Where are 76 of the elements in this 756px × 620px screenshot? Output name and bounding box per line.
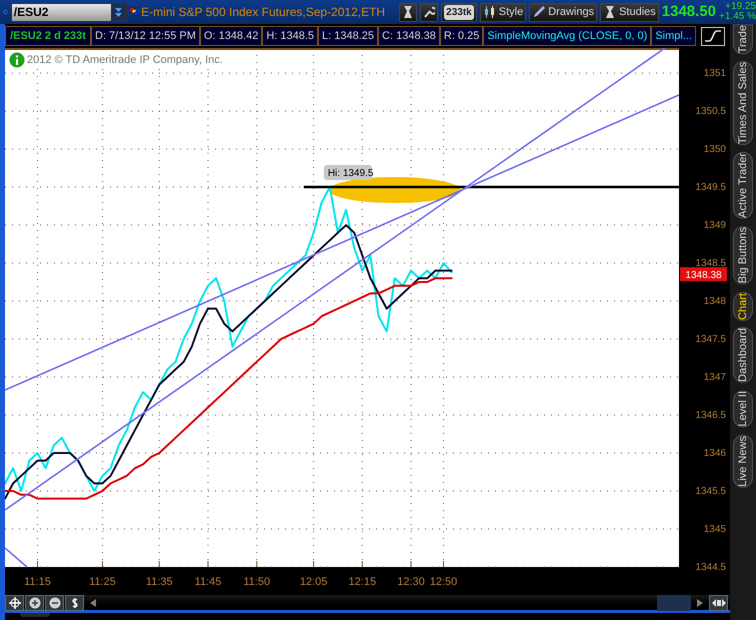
- quote-field: L: 1348.25: [318, 26, 378, 46]
- price-axis-label: 1349: [704, 220, 726, 232]
- zoom-out-icon: [48, 596, 60, 608]
- net-change: +19.25: [725, 2, 756, 12]
- symbol-field[interactable]: /ESU2: [10, 2, 127, 22]
- price-axis-label: 1349.5: [695, 182, 726, 194]
- side-tab[interactable]: Big Buttons: [733, 226, 753, 285]
- crosshair-button[interactable]: [5, 594, 24, 610]
- price-axis-label: 1348.5: [695, 258, 726, 270]
- pencil-icon: [532, 5, 546, 19]
- toolbar-button[interactable]: Style: [480, 2, 526, 22]
- side-tab[interactable]: Active Trader: [733, 152, 753, 220]
- price-axis-label: 1351: [704, 68, 726, 80]
- price-axis-label: 1344.5: [695, 562, 726, 573]
- crosshair-icon: [8, 596, 20, 608]
- side-tab[interactable]: Dashboard: [733, 327, 753, 384]
- time-axis-label: 12:50: [430, 576, 458, 588]
- zoom-in-icon: [28, 596, 40, 608]
- time-axis-label: 12:30: [397, 576, 425, 588]
- toolbar-button[interactable]: Studies: [600, 2, 659, 22]
- candlestick-icon: [482, 5, 497, 19]
- study-toggle-button[interactable]: [701, 26, 726, 46]
- last-price: 1348.50: [662, 2, 716, 22]
- triangle-left-icon: [90, 598, 96, 606]
- expand-arrows-icon: [712, 598, 726, 608]
- side-tab[interactable]: Live News: [733, 434, 753, 488]
- link-dot-icon: [3, 8, 8, 16]
- quote-field: R: 0.25: [440, 26, 484, 46]
- price-axis-label: 1345: [704, 524, 726, 535]
- time-axis-label: 12:05: [300, 576, 328, 588]
- time-axis-label: 11:15: [24, 576, 51, 588]
- trend-line: [5, 547, 28, 567]
- study-label[interactable]: Simpl...: [651, 26, 696, 46]
- fit-chart-button[interactable]: [709, 594, 728, 610]
- annotation: Hi: 1349.5: [328, 168, 374, 180]
- dropdown-button[interactable]: [110, 4, 126, 20]
- time-axis-label: 11:45: [194, 576, 222, 588]
- price-axis-label: 1347.5: [695, 334, 726, 346]
- time-axis-label: 12:15: [348, 576, 376, 588]
- time-axis-label: 11:50: [243, 576, 270, 588]
- settings-button[interactable]: [420, 2, 438, 22]
- price-axis-label: 1348: [704, 296, 726, 308]
- scroll-thumb[interactable]: [657, 594, 691, 610]
- aggregation-button[interactable]: 233tk: [441, 2, 477, 22]
- price-axis-label: 1346: [704, 448, 726, 460]
- study-label[interactable]: SimpleMovingAvg (CLOSE, 0, 0): [483, 26, 652, 46]
- price-axis-label: 1347: [704, 372, 726, 384]
- double-chevron-down-icon: [114, 6, 123, 18]
- color-squares-icon: [130, 5, 138, 19]
- side-tab[interactable]: Times And Sales: [733, 61, 753, 146]
- copyright-notice: 2012 © TD Ameritrade IP Company, Inc.: [27, 52, 223, 68]
- price-axis-label: 1350: [704, 144, 726, 156]
- side-tab[interactable]: Trade: [733, 24, 753, 54]
- triangle-right-icon: [697, 598, 703, 606]
- side-tab[interactable]: Level II: [733, 390, 753, 428]
- chart-symbol-period: /ESU2 2 d 233t: [5, 26, 91, 46]
- quote-field: D: 7/13/12 12:55 PM: [91, 26, 200, 46]
- price-axis-label: 1345.5: [695, 486, 726, 497]
- price-scale-button[interactable]: [65, 594, 84, 610]
- percent-change: +1.45 %: [719, 12, 756, 22]
- time-axis-label: 11:25: [89, 576, 116, 588]
- curve-icon: [704, 29, 722, 43]
- quote-field: O: 1348.42: [200, 26, 262, 46]
- high-tooltip: Hi: 1349.5: [324, 165, 374, 180]
- zoom-out-button[interactable]: [45, 594, 64, 610]
- side-tab[interactable]: Chart: [733, 292, 753, 320]
- quote-field: H: 1348.5: [262, 26, 318, 46]
- zoom-in-button[interactable]: [25, 594, 44, 610]
- price-axis-label: 1350.5: [695, 106, 726, 118]
- quote-field: C: 1348.38: [378, 26, 440, 46]
- current-price-marker: 1348.38: [680, 267, 727, 282]
- symbol-description: E-mini S&P 500 Index Futures,Sep-2012,ETH: [141, 4, 386, 21]
- price-axis-label: 1346.5: [695, 410, 726, 422]
- toolbar-button[interactable]: Drawings: [529, 2, 598, 22]
- info-icon: [9, 52, 25, 68]
- time-axis-label: 11:35: [146, 576, 173, 588]
